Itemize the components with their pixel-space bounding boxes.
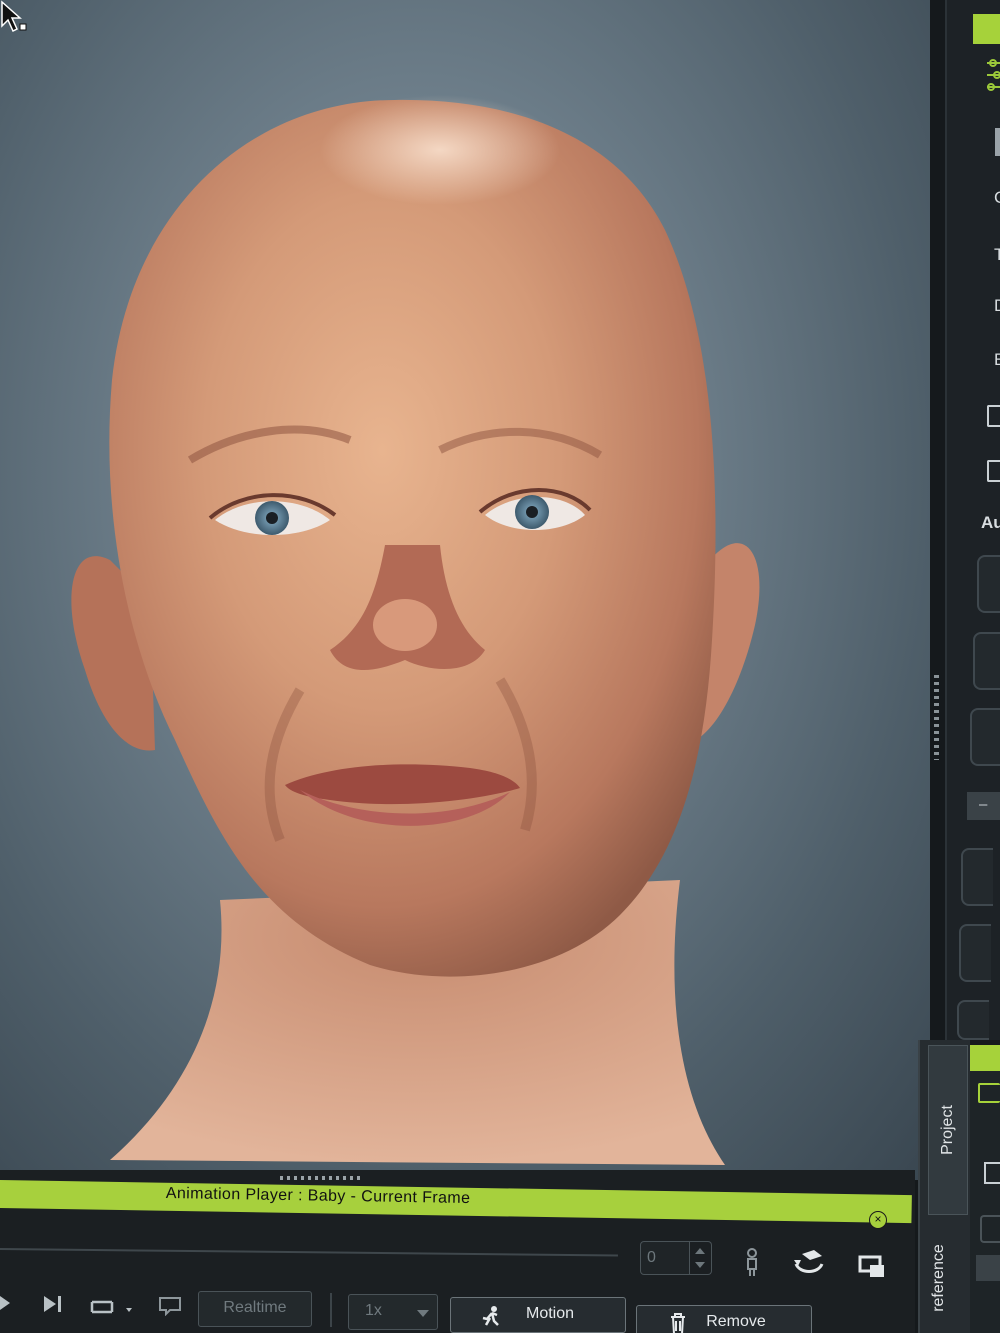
close-icon[interactable]: ×	[869, 1211, 887, 1229]
remove-button[interactable]: Remove	[636, 1305, 812, 1333]
frame-stepper[interactable]	[690, 1241, 712, 1275]
project-collapse-button[interactable]	[976, 1255, 1000, 1281]
tab-preference[interactable]: reference	[920, 1222, 958, 1333]
loop-icon[interactable]	[88, 1294, 136, 1318]
subtitle-icon[interactable]	[158, 1296, 182, 1316]
tab-project[interactable]: Project	[928, 1045, 968, 1215]
play-icon[interactable]	[0, 1294, 12, 1312]
chevron-down-icon	[417, 1310, 429, 1317]
project-panel	[970, 1045, 1000, 1333]
speed-value: 1x	[365, 1302, 382, 1319]
panel-button-1[interactable]	[977, 555, 1000, 613]
panel-button-5[interactable]	[959, 924, 991, 982]
step-forward-icon[interactable]	[42, 1294, 64, 1314]
panel-accent-bar	[973, 14, 1000, 44]
panel-section-label: Au	[981, 513, 1000, 532]
panel-splitter-handle[interactable]	[934, 675, 939, 760]
motion-run-icon	[482, 1306, 499, 1326]
settings-sliders-icon[interactable]	[985, 55, 1000, 93]
panel-label-e: E	[994, 350, 1000, 369]
panel-button-4[interactable]	[961, 848, 993, 906]
panel-button-2[interactable]	[973, 632, 1000, 690]
motion-button[interactable]: Motion	[450, 1297, 626, 1333]
toolbar-separator	[330, 1293, 332, 1327]
panel-scroll-indicator[interactable]	[995, 128, 1000, 156]
3d-viewport[interactable]	[0, 0, 930, 1180]
motion-label: Motion	[525, 1305, 575, 1322]
character-pose-icon[interactable]	[742, 1247, 764, 1277]
window-icon[interactable]	[858, 1255, 886, 1279]
current-frame-input[interactable]: 0	[640, 1241, 690, 1275]
folder-icon[interactable]	[978, 1083, 1000, 1103]
remove-label: Remove	[706, 1313, 766, 1330]
panel-label-t: T	[994, 245, 1000, 264]
realtime-button[interactable]: Realtime	[198, 1291, 312, 1327]
panel-collapse-button[interactable]: –	[967, 792, 1000, 820]
panel-label-d: D	[994, 296, 1000, 316]
panel-button-6[interactable]	[957, 1000, 989, 1040]
head-model-render	[71, 95, 760, 1165]
speed-select[interactable]: 1x	[348, 1294, 438, 1330]
app-root: { "animation_player": { "title": "Animat…	[0, 0, 1000, 1333]
panel-label-c: C	[994, 188, 1000, 208]
tab-project-label: Project	[939, 1105, 956, 1155]
checkbox-icon[interactable]	[984, 1162, 1000, 1184]
right-panel: C T D E Au –	[945, 0, 1000, 1040]
panel-checkbox-2[interactable]	[987, 460, 1000, 482]
project-panel-accent	[970, 1045, 1000, 1071]
trash-icon	[671, 1313, 685, 1333]
animation-player-drag-handle[interactable]	[280, 1176, 364, 1180]
project-field[interactable]	[980, 1215, 1000, 1243]
camera-rotate-icon[interactable]	[792, 1248, 826, 1278]
tab-preference-label: reference	[930, 1243, 947, 1312]
panel-checkbox-1[interactable]	[987, 405, 1000, 427]
mouse-pointer-icon	[1, 0, 27, 33]
panel-button-3[interactable]	[970, 708, 1000, 766]
